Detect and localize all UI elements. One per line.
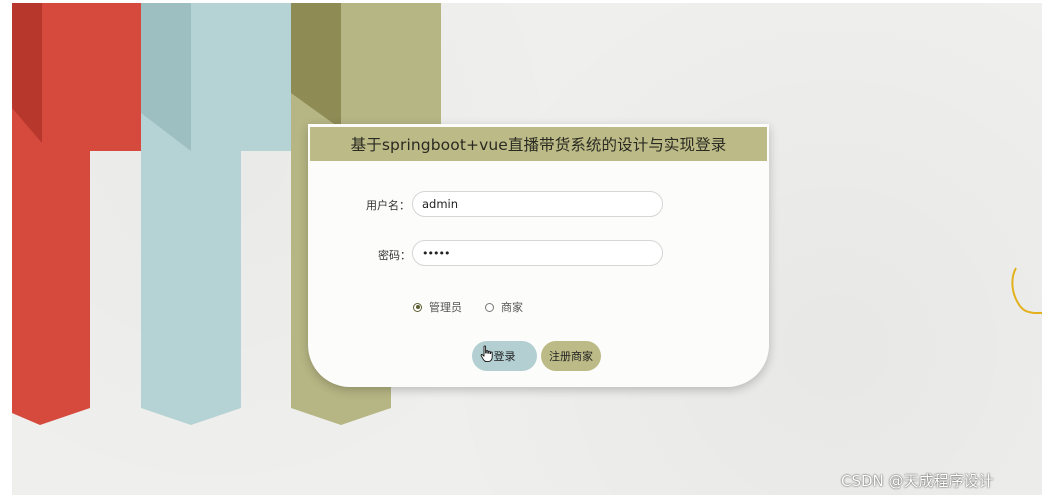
- login-card-header: 基于springboot+vue直播带货系统的设计与实现登录: [310, 127, 767, 161]
- red-ribbon-decoration: [12, 3, 142, 425]
- radio-checked-icon: [413, 302, 422, 312]
- username-input[interactable]: admin: [412, 191, 663, 217]
- login-card: 基于springboot+vue直播带货系统的设计与实现登录 用户名： admi…: [308, 124, 769, 387]
- hand-cursor-icon: [480, 345, 493, 363]
- password-label: 密码：: [378, 249, 411, 262]
- password-input[interactable]: •••••: [412, 240, 663, 266]
- squiggle-decoration: [1011, 267, 1042, 314]
- login-page: 基于springboot+vue直播带货系统的设计与实现登录 用户名： admi…: [0, 0, 1048, 500]
- role-admin-label: 管理员: [429, 301, 462, 314]
- register-button-label: 注册商家: [549, 350, 593, 363]
- radio-unchecked-icon: [485, 302, 494, 312]
- csdn-watermark: CSDN @天成程序设计: [841, 472, 994, 490]
- role-radio-admin[interactable]: 管理员: [413, 299, 462, 315]
- username-label: 用户名：: [366, 199, 410, 212]
- login-title: 基于springboot+vue直播带货系统的设计与实现登录: [350, 136, 727, 154]
- role-merchant-label: 商家: [501, 301, 523, 314]
- role-radio-merchant[interactable]: 商家: [485, 299, 523, 315]
- register-merchant-button[interactable]: 注册商家: [541, 341, 601, 371]
- login-button-label: 登录: [493, 350, 516, 363]
